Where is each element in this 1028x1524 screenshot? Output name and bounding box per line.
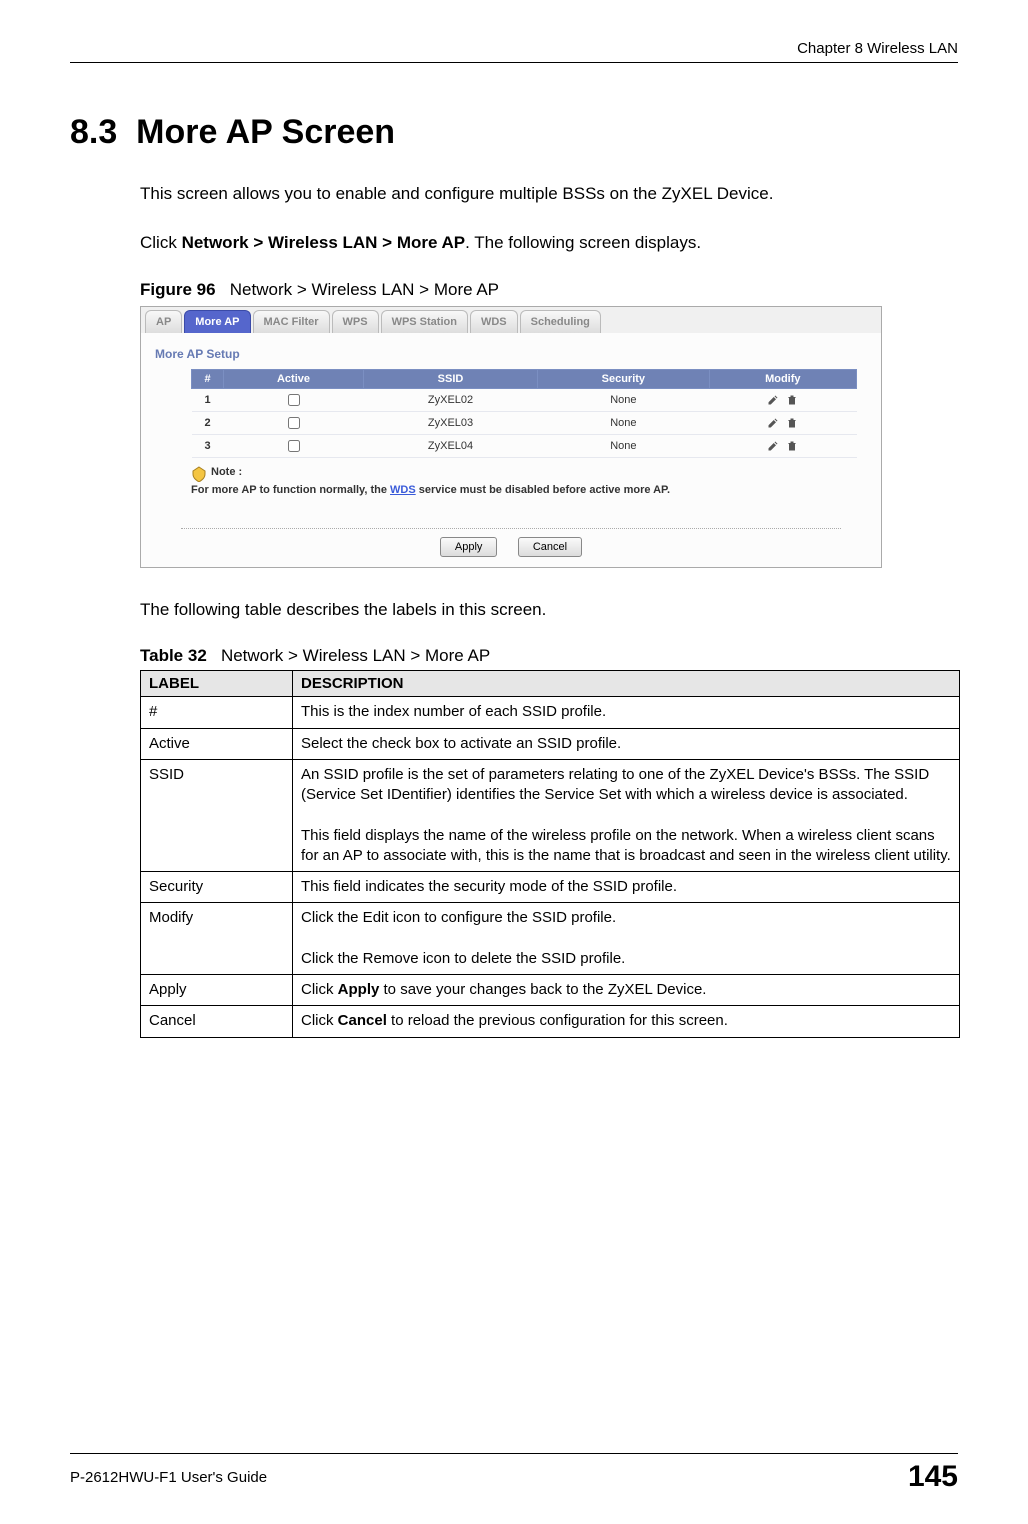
active-checkbox[interactable] [288, 394, 300, 406]
desc-cell: An SSID profile is the set of parameters… [293, 759, 960, 871]
tab-wps[interactable]: WPS [332, 310, 379, 333]
table-caption: Table 32 Network > Wireless LAN > More A… [140, 646, 958, 666]
delete-icon[interactable] [786, 394, 798, 406]
security-cell: None [538, 434, 710, 457]
nav-prefix: Click [140, 233, 182, 252]
note-post: service must be disabled before active m… [416, 484, 670, 496]
th-desc: DESCRIPTION [293, 671, 960, 697]
security-cell: None [538, 388, 710, 411]
section-title: 8.3 More AP Screen [70, 113, 958, 152]
row-num: 2 [192, 411, 224, 434]
figure-screenshot: AP More AP MAC Filter WPS WPS Station WD… [140, 306, 882, 568]
delete-icon[interactable] [786, 417, 798, 429]
col-security: Security [538, 369, 710, 388]
wds-link[interactable]: WDS [390, 484, 416, 496]
th-label: LABEL [141, 671, 293, 697]
label-cell: Active [141, 728, 293, 759]
figure-caption: Figure 96 Network > Wireless LAN > More … [140, 280, 958, 300]
table-row: ApplyClick Apply to save your changes ba… [141, 975, 960, 1006]
nav-paragraph: Click Network > Wireless LAN > More AP. … [140, 231, 958, 255]
tab-more-ap[interactable]: More AP [184, 310, 250, 333]
header-rule [70, 62, 958, 63]
row-num: 3 [192, 434, 224, 457]
edit-icon[interactable] [767, 417, 779, 429]
table-row: 3 ZyXEL04 None [192, 434, 857, 457]
section-heading: More AP Screen [136, 113, 395, 151]
active-checkbox[interactable] [288, 417, 300, 429]
table-row: CancelClick Cancel to reload the previou… [141, 1006, 960, 1037]
nav-suffix: . The following screen displays. [465, 233, 701, 252]
page-number: 145 [908, 1460, 958, 1494]
ssid-cell: ZyXEL04 [363, 434, 537, 457]
footer: P-2612HWU-F1 User's Guide 145 [70, 1443, 958, 1524]
desc-cell: Select the check box to activate an SSID… [293, 728, 960, 759]
row-num: 1 [192, 388, 224, 411]
table-row: ActiveSelect the check box to activate a… [141, 728, 960, 759]
note-label: Note : [211, 466, 242, 478]
table-row: 2 ZyXEL03 None [192, 411, 857, 434]
table-row: SecurityThis field indicates the securit… [141, 872, 960, 903]
tab-wps-station[interactable]: WPS Station [381, 310, 468, 333]
desc-cell: This field indicates the security mode o… [293, 872, 960, 903]
tab-wds[interactable]: WDS [470, 310, 518, 333]
tab-scheduling[interactable]: Scheduling [520, 310, 601, 333]
table-path: Network > Wireless LAN > More AP [221, 646, 490, 665]
footer-guide: P-2612HWU-F1 User's Guide [70, 1469, 267, 1486]
security-cell: None [538, 411, 710, 434]
cancel-button[interactable]: Cancel [518, 537, 582, 557]
note-body: For more AP to function normally, the WD… [191, 484, 857, 496]
desc-cell: Click Cancel to reload the previous conf… [293, 1006, 960, 1037]
label-cell: Apply [141, 975, 293, 1006]
table-row: ModifyClick the Edit icon to configure t… [141, 903, 960, 975]
tab-ap[interactable]: AP [145, 310, 182, 333]
table-row: 1 ZyXEL02 None [192, 388, 857, 411]
tab-bar: AP More AP MAC Filter WPS WPS Station WD… [141, 307, 881, 333]
intro-paragraph: This screen allows you to enable and con… [140, 182, 958, 206]
post-figure-text: The following table describes the labels… [140, 598, 958, 622]
desc-cell: Click the Edit icon to configure the SSI… [293, 903, 960, 975]
desc-cell: This is the index number of each SSID pr… [293, 697, 960, 728]
table-label: Table 32 [140, 646, 207, 665]
section-number: 8.3 [70, 113, 117, 151]
description-table: LABEL DESCRIPTION #This is the index num… [140, 670, 960, 1037]
desc-cell: Click Apply to save your changes back to… [293, 975, 960, 1006]
col-ssid: SSID [363, 369, 537, 388]
label-cell: Modify [141, 903, 293, 975]
panel-title: More AP Setup [141, 333, 881, 369]
label-cell: Security [141, 872, 293, 903]
label-cell: Cancel [141, 1006, 293, 1037]
ssid-cell: ZyXEL03 [363, 411, 537, 434]
nav-path: Network > Wireless LAN > More AP [182, 233, 466, 252]
edit-icon[interactable] [767, 394, 779, 406]
edit-icon[interactable] [767, 440, 779, 452]
label-cell: # [141, 697, 293, 728]
table-row: #This is the index number of each SSID p… [141, 697, 960, 728]
apply-button[interactable]: Apply [440, 537, 498, 557]
note-pre: For more AP to function normally, the [191, 484, 390, 496]
col-num: # [192, 369, 224, 388]
figure-path: Network > Wireless LAN > More AP [230, 280, 499, 299]
label-cell: SSID [141, 759, 293, 871]
col-active: Active [224, 369, 364, 388]
note-icon [191, 466, 207, 482]
ap-table: # Active SSID Security Modify 1 ZyXEL02 … [191, 369, 857, 458]
col-modify: Modify [709, 369, 856, 388]
active-checkbox[interactable] [288, 440, 300, 452]
separator [181, 528, 841, 529]
footer-rule [70, 1453, 958, 1454]
figure-label: Figure 96 [140, 280, 216, 299]
ssid-cell: ZyXEL02 [363, 388, 537, 411]
tab-mac-filter[interactable]: MAC Filter [253, 310, 330, 333]
delete-icon[interactable] [786, 440, 798, 452]
table-row: SSIDAn SSID profile is the set of parame… [141, 759, 960, 871]
chapter-header: Chapter 8 Wireless LAN [70, 40, 958, 57]
